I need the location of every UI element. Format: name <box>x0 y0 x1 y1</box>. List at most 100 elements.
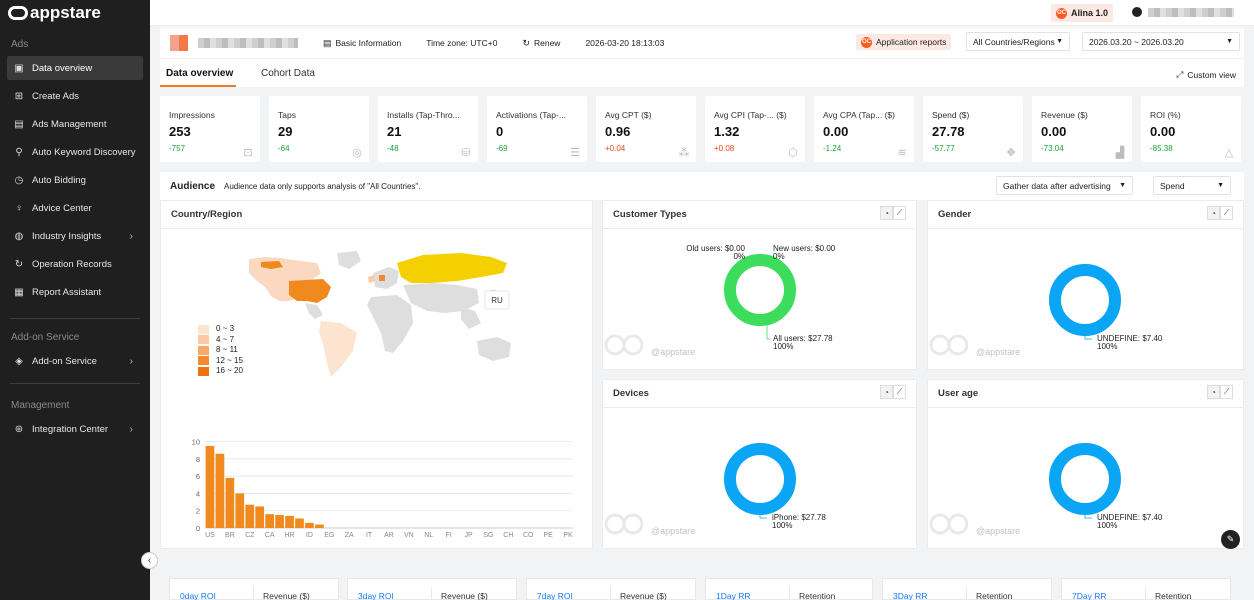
tab-bar: Data overview Cohort Data ⤢ Custom view <box>160 58 1244 87</box>
metric-card-avg-cpi[interactable]: Avg CPI (Tap-... ($) 1.32 +0.08 ⬡ <box>705 96 805 162</box>
sidebar-item-industry-insights[interactable]: ◍ Industry Insights › <box>7 224 143 248</box>
gather-data-select[interactable]: Gather data after advertising ▼ <box>996 176 1133 195</box>
bottom-card-7day-rr[interactable]: 7Day RR Retention <box>1061 578 1231 600</box>
sidebar-item-label: Integration Center <box>32 423 109 435</box>
sidebar-item-integration-center[interactable]: ⊛ Integration Center › <box>7 417 143 441</box>
metric-card-activations[interactable]: Activations (Tap-... 0 -69 ☰ <box>487 96 587 162</box>
metric-card-roi[interactable]: ROI (%) 0.00 -85.38 △ <box>1141 96 1241 162</box>
legend-item[interactable]: 8 ~ 11 <box>198 345 243 356</box>
map-region-europe[interactable] <box>373 267 399 289</box>
bar[interactable] <box>265 514 275 528</box>
metric-card-taps[interactable]: Taps 29 -64 ◎ <box>269 96 369 162</box>
metric-card-installs[interactable]: Installs (Tap-Thro... 21 -48 ⛁ <box>378 96 478 162</box>
bottom-card-3day-roi[interactable]: 3day ROI Revenue ($) <box>347 578 517 600</box>
bar[interactable] <box>315 524 324 528</box>
donut-label-pct: 100% <box>773 342 794 351</box>
sidebar-item-create-ads[interactable]: ⊞ Create Ads <box>7 84 143 108</box>
map-region-czechia[interactable] <box>379 275 385 281</box>
bottom-card-1day-rr[interactable]: 1Day RR Retention <box>705 578 873 600</box>
bottom-card-link[interactable]: 3Day RR <box>893 591 927 600</box>
donut-ring[interactable] <box>1049 443 1121 515</box>
map-region-usa[interactable] <box>289 279 331 303</box>
metric-label: Revenue ($) <box>1041 110 1088 120</box>
map-region-australia[interactable] <box>477 337 511 361</box>
legend-swatch <box>198 345 209 355</box>
sidebar-item-label: Industry Insights <box>32 230 102 242</box>
donut-ring[interactable] <box>1049 264 1121 336</box>
map-region-africa[interactable] <box>367 295 413 353</box>
legend-swatch <box>198 324 209 334</box>
bottom-card-link[interactable]: 3day ROI <box>358 591 394 600</box>
bottom-card-link[interactable]: 7Day RR <box>1072 591 1106 600</box>
renew-button[interactable]: ↻ Renew <box>522 38 560 49</box>
bar[interactable] <box>305 522 314 528</box>
region-select[interactable]: All Countries/Regions ▼ <box>966 32 1070 51</box>
donut-ring[interactable] <box>724 254 796 326</box>
sidebar-item-advice-center[interactable]: ♀ Advice Center <box>7 196 143 220</box>
map-region-southeast-asia[interactable] <box>461 307 481 329</box>
basic-information-link[interactable]: ▤ Basic Information <box>323 38 401 49</box>
bar[interactable] <box>285 515 294 528</box>
bar[interactable] <box>295 518 304 529</box>
bar[interactable] <box>275 515 284 528</box>
metric-card-revenue[interactable]: Revenue ($) 0.00 -73.04 ▟ <box>1032 96 1132 162</box>
bar[interactable] <box>205 445 215 528</box>
bar[interactable] <box>235 493 245 528</box>
version-badge[interactable]: OC Alina 1.0 <box>1050 4 1113 22</box>
map-region-france[interactable] <box>368 275 375 283</box>
bar[interactable] <box>225 477 235 528</box>
application-reports-button[interactable]: OC Application reports <box>856 34 952 50</box>
bar[interactable] <box>255 506 265 528</box>
bottom-card-link[interactable]: 1Day RR <box>716 591 750 600</box>
custom-view-button[interactable]: ⤢ Custom view <box>1177 69 1236 80</box>
legend-item[interactable]: 4 ~ 7 <box>198 335 243 346</box>
tab-data-overview[interactable]: Data overview <box>166 68 233 79</box>
user-name-redacted[interactable] <box>1148 8 1234 17</box>
sidebar-item-label: Report Assistant <box>32 286 102 298</box>
tab-cohort-data[interactable]: Cohort Data <box>261 68 315 79</box>
legend-item[interactable]: 16 ~ 20 <box>198 366 243 377</box>
sidebar-item-operation-records[interactable]: ↻ Operation Records <box>7 252 143 276</box>
bottom-card-3day-rr[interactable]: 3Day RR Retention <box>882 578 1052 600</box>
bar[interactable] <box>245 504 255 528</box>
bar[interactable] <box>215 453 225 528</box>
sidebar-item-report-assistant[interactable]: ▦ Report Assistant <box>7 280 143 304</box>
bottom-card-0day-roi[interactable]: 0day ROI Revenue ($) <box>169 578 339 600</box>
x-tick-label: VN <box>404 532 414 539</box>
legend-item[interactable]: 0 ~ 3 <box>198 324 243 335</box>
bottom-card-link[interactable]: 0day ROI <box>180 591 216 600</box>
sidebar-item-auto-keyword[interactable]: ⚲ Auto Keyword Discovery <box>7 140 143 164</box>
sidebar-item-data-overview[interactable]: ▣ Data overview <box>7 56 143 80</box>
sidebar-item-auto-bidding[interactable]: ◷ Auto Bidding <box>7 168 143 192</box>
map-region-greenland[interactable] <box>337 251 361 269</box>
sidebar-item-addon-service[interactable]: ◈ Add-on Service › <box>7 349 143 373</box>
map-region-asia[interactable] <box>403 283 479 313</box>
bar-growth-icon: ▟ <box>1115 147 1125 159</box>
collapse-sidebar-button[interactable]: ‹ <box>141 552 158 569</box>
metric-card-spend[interactable]: Spend ($) 27.78 -57.77 ✥ <box>923 96 1023 162</box>
map-legend: 0 ~ 3 4 ~ 7 8 ~ 11 12 ~ 15 16 ~ 20 <box>198 324 243 377</box>
metric-label: ROI (%) <box>1150 110 1181 120</box>
metric-card-avg-cpt[interactable]: Avg CPT ($) 0.96 +0.04 ⁂ <box>596 96 696 162</box>
user-avatar-icon[interactable] <box>1132 7 1142 17</box>
sidebar-item-ads-management[interactable]: ▤ Ads Management <box>7 112 143 136</box>
x-tick-label: PK <box>563 532 573 539</box>
divider <box>253 587 254 600</box>
sidebar-item-label: Data overview <box>32 62 93 74</box>
legend-item[interactable]: 12 ~ 15 <box>198 356 243 367</box>
bottom-card-7day-roi[interactable]: 7day ROI Revenue ($) <box>526 578 696 600</box>
legend-label: 8 ~ 11 <box>216 345 238 354</box>
bottom-card-link[interactable]: 7day ROI <box>537 591 573 600</box>
map-region-russia[interactable] <box>397 253 507 283</box>
metric-card-avg-cpa[interactable]: Avg CPA (Tap... ($) 0.00 -1.24 ≋ <box>814 96 914 162</box>
date-range-picker[interactable]: 2026.03.20 ~ 2026.03.20 ▼ <box>1082 32 1240 51</box>
feedback-edit-button[interactable]: ✎ <box>1221 530 1240 549</box>
metric-value: 0.00 <box>1150 124 1176 139</box>
map-region-central-america[interactable] <box>305 303 323 319</box>
metric-card-impressions[interactable]: Impressions 253 -757 ⊡ <box>160 96 260 162</box>
audience-metric-select[interactable]: Spend ▼ <box>1153 176 1231 195</box>
donut-ring[interactable] <box>724 443 796 515</box>
map-region-brazil[interactable] <box>319 321 357 377</box>
brand-logo[interactable]: appstare <box>0 0 150 26</box>
metric-value: 0 <box>496 124 504 139</box>
